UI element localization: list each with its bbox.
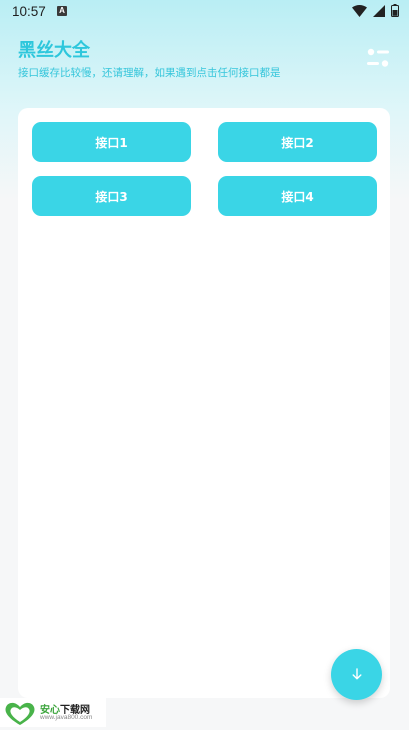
api-card: 接口1 接口2 接口3 接口4	[18, 108, 390, 698]
api-3-button[interactable]: 接口3	[32, 176, 191, 216]
api-2-button[interactable]: 接口2	[218, 122, 377, 162]
app-subtitle: 接口缓存比较慢，还请理解，如果遇到点击任何接口都是	[18, 67, 281, 79]
api-1-button[interactable]: 接口1	[32, 122, 191, 162]
signal-icon	[373, 4, 385, 17]
scroll-down-fab[interactable]	[331, 649, 382, 700]
api-button-grid: 接口1 接口2 接口3 接口4	[32, 122, 377, 216]
arrow-down-icon	[351, 665, 363, 684]
battery-icon	[391, 4, 399, 17]
watermark-logo-icon	[3, 700, 37, 730]
status-bar: 10:57 A	[0, 0, 409, 24]
app-title: 黑丝大全	[18, 40, 90, 61]
watermark-url: www.java800.com	[40, 714, 93, 721]
api-4-button[interactable]: 接口4	[218, 176, 377, 216]
settings-sliders-button[interactable]	[367, 48, 389, 68]
status-icons	[352, 4, 399, 17]
settings-sliders-icon	[367, 48, 389, 72]
status-time: 10:57	[12, 4, 46, 19]
notification-badge: A	[57, 6, 67, 16]
wifi-icon	[352, 4, 367, 17]
watermark: 安心下载网 www.java800.com	[0, 698, 106, 727]
